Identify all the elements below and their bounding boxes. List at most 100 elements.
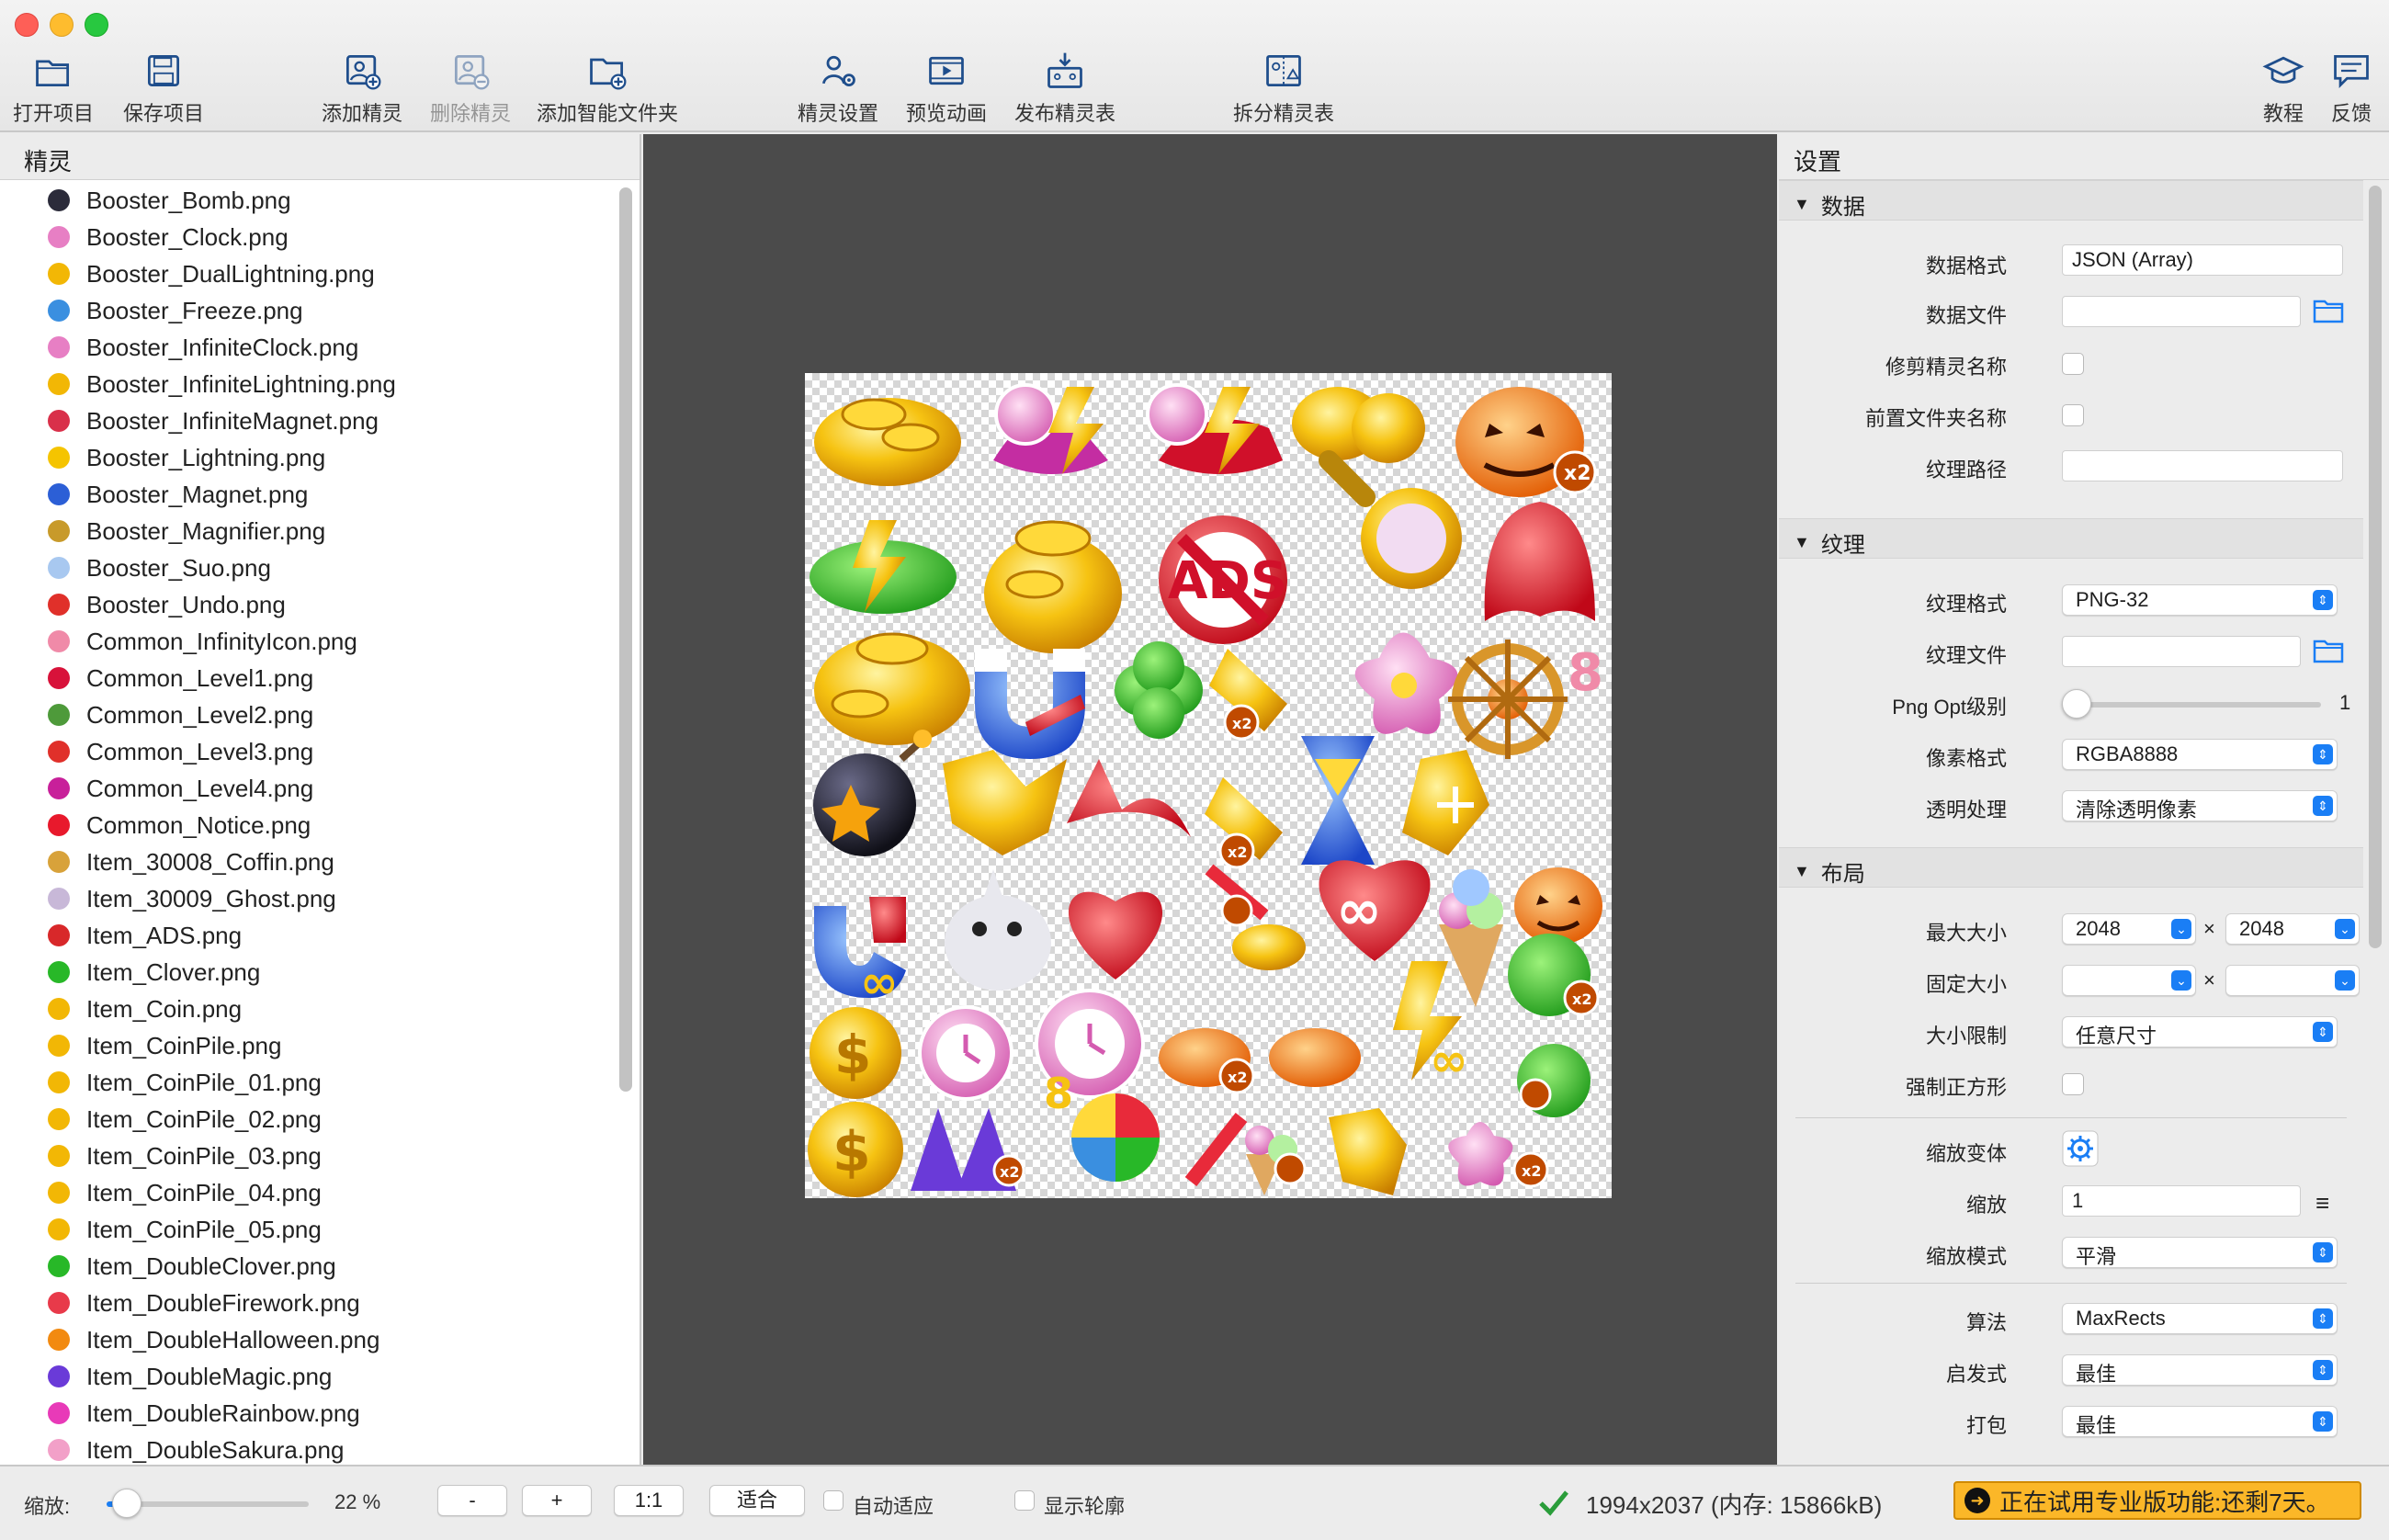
settings-scrollbar[interactable] (2369, 186, 2382, 948)
sprite-list-item[interactable]: Item_CoinPile_04.png (0, 1174, 616, 1211)
sprite-list-item[interactable]: Booster_Bomb.png (0, 182, 616, 219)
add-sprites-button[interactable]: 添加精灵 (322, 50, 402, 127)
sprite-list-item[interactable]: Item_CoinPile_05.png (0, 1211, 616, 1248)
sprite-list-item[interactable]: Item_DoubleClover.png (0, 1248, 616, 1285)
zoom-in-button[interactable]: + (522, 1485, 592, 1516)
sprite-list-item[interactable]: Booster_Lightning.png (0, 439, 616, 476)
sprite-list-item[interactable]: Booster_InfiniteMagnet.png (0, 402, 616, 439)
zoom-window-button[interactable] (85, 13, 108, 37)
add-smart-folder-button[interactable]: 添加智能文件夹 (537, 50, 678, 127)
sprite-list-item[interactable]: Common_Level1.png (0, 660, 616, 696)
auto-fit-checkbox[interactable] (823, 1490, 844, 1511)
sprite-list-item[interactable]: Item_DoubleHalloween.png (0, 1321, 616, 1358)
texture-file-input[interactable] (2062, 636, 2301, 667)
preview-animation-button[interactable]: 预览动画 (906, 50, 987, 127)
sprite-list-item[interactable]: Common_Level2.png (0, 696, 616, 733)
data-file-input[interactable] (2062, 296, 2301, 327)
alpha-handling-select[interactable]: 清除透明像素 ⇕ (2062, 790, 2338, 821)
data-section-header[interactable]: ▼ 数据 (1779, 180, 2363, 221)
sprite-list-item[interactable]: Item_Coin.png (0, 991, 616, 1027)
size-constraint-select[interactable]: 任意尺寸 ⇕ (2062, 1016, 2338, 1047)
max-height-select[interactable]: 2048 ⌄ (2225, 913, 2360, 945)
layout-section-header[interactable]: ▼ 布局 (1779, 847, 2363, 888)
prepend-folder-name-checkbox[interactable] (2062, 404, 2084, 426)
sprite-list-item[interactable]: Booster_Clock.png (0, 219, 616, 255)
sprite-list-item[interactable]: Item_CoinPile_03.png (0, 1138, 616, 1174)
tutorial-button[interactable]: 教程 (2260, 50, 2306, 127)
sprite-list-item[interactable]: Item_30009_Ghost.png (0, 880, 616, 917)
sprite-list-item[interactable]: Booster_Magnet.png (0, 476, 616, 513)
texture-format-select[interactable]: PNG-32 ⇕ (2062, 584, 2338, 616)
sprite-list-item[interactable]: Booster_Magnifier.png (0, 513, 616, 549)
png-opt-level-slider-knob[interactable] (2062, 689, 2091, 719)
open-project-button[interactable]: 打开项目 (13, 50, 94, 127)
sprite-list-item[interactable]: Item_DoubleRainbow.png (0, 1395, 616, 1432)
pack-select[interactable]: 最佳 ⇕ (2062, 1406, 2338, 1437)
publish-icon (1047, 52, 1082, 88)
minimize-window-button[interactable] (50, 13, 74, 37)
sprite-file-name: Item_DoubleRainbow.png (86, 1398, 360, 1427)
sprite-list-item[interactable]: Item_DoubleSakura.png (0, 1432, 616, 1465)
choose-data-file-folder-icon[interactable] (2312, 296, 2345, 325)
sheet-canvas[interactable]: x2 ADS x2 8 x2 ∞ ∞ (643, 134, 1777, 1465)
sprite-list-item[interactable]: Booster_InfiniteLightning.png (0, 366, 616, 402)
remove-sprites-button[interactable]: 删除精灵 (430, 50, 511, 127)
sprite-settings-button[interactable]: 精灵设置 (798, 50, 878, 127)
sprite-list-item[interactable]: Item_DoubleMagic.png (0, 1358, 616, 1395)
sprite-list-item[interactable]: Booster_InfiniteClock.png (0, 329, 616, 366)
algorithm-select[interactable]: MaxRects ⇕ (2062, 1303, 2338, 1334)
choose-texture-file-folder-icon[interactable] (2312, 636, 2345, 665)
scale-input[interactable]: 1 (2062, 1185, 2301, 1217)
zoom-out-button[interactable]: - (437, 1485, 507, 1516)
sprite-list-item[interactable]: Item_30008_Coffin.png (0, 844, 616, 880)
show-outlines-checkbox[interactable] (1014, 1490, 1035, 1511)
sprite-list-item[interactable]: Booster_DualLightning.png (0, 255, 616, 292)
texture-path-input[interactable] (2062, 450, 2343, 481)
pixel-format-select[interactable]: RGBA8888 ⇕ (2062, 739, 2338, 770)
zoom-fit-button[interactable]: 适合 (709, 1485, 805, 1516)
sprite-list-item[interactable]: Item_CoinPile_01.png (0, 1064, 616, 1101)
max-size-times: × (2203, 917, 2215, 940)
fixed-width-select[interactable]: ⌄ (2062, 965, 2196, 996)
gear-icon[interactable] (2062, 1130, 2099, 1167)
sprite-list-item[interactable]: Item_Clover.png (0, 954, 616, 991)
sprite-thumbnail-icon (48, 630, 70, 652)
texture-section-header[interactable]: ▼ 纹理 (1779, 518, 2363, 559)
sprite-list-item[interactable]: Common_Level4.png (0, 770, 616, 807)
sprite-file-name: Booster_InfiniteClock.png (86, 333, 359, 361)
sprite-list-item[interactable]: Booster_Undo.png (0, 586, 616, 623)
zoom-slider-knob[interactable] (112, 1489, 142, 1518)
popup-arrows-icon: ⇕ (2313, 1308, 2333, 1329)
sprite-list-item[interactable]: Common_InfinityIcon.png (0, 623, 616, 660)
sprite-list-item[interactable]: Booster_Suo.png (0, 549, 616, 586)
force-square-checkbox[interactable] (2062, 1073, 2084, 1095)
sprite-list-item[interactable]: Common_Notice.png (0, 807, 616, 844)
png-opt-level-slider[interactable] (2064, 702, 2321, 708)
sprite-list-item[interactable]: Booster_Freeze.png (0, 292, 616, 329)
close-window-button[interactable] (15, 13, 39, 37)
svg-text:8: 8 (1044, 1069, 1073, 1118)
heuristic-select[interactable]: 最佳 ⇕ (2062, 1354, 2338, 1386)
scale-menu-icon[interactable]: ≡ (2315, 1189, 2329, 1217)
sprite-list-scrollbar[interactable] (619, 187, 632, 1092)
scale-mode-select[interactable]: 平滑 ⇕ (2062, 1237, 2338, 1268)
fixed-height-select[interactable]: ⌄ (2225, 965, 2360, 996)
sprite-list-item[interactable]: Item_DoubleFirework.png (0, 1285, 616, 1321)
data-format-field[interactable]: JSON (Array) (2062, 244, 2343, 276)
split-sheet-button[interactable]: 拆分精灵表 (1233, 50, 1334, 127)
sprite-list-item[interactable]: Item_ADS.png (0, 917, 616, 954)
sprite-list-item[interactable]: Item_CoinPile.png (0, 1027, 616, 1064)
feedback-button[interactable]: 反馈 (2328, 50, 2374, 127)
trial-notice[interactable]: ➜ 正在试用专业版功能:还剩7天。 (1953, 1481, 2361, 1520)
save-project-button[interactable]: 保存项目 (123, 50, 204, 127)
publish-sheet-button[interactable]: 发布精灵表 (1014, 50, 1115, 127)
split-sheet-label: 拆分精灵表 (1233, 102, 1335, 125)
sprite-list-item[interactable]: Common_Level3.png (0, 733, 616, 770)
max-width-select[interactable]: 2048 ⌄ (2062, 913, 2196, 945)
trim-sprite-names-checkbox[interactable] (2062, 353, 2084, 375)
popup-arrows-icon: ⇕ (2313, 796, 2333, 816)
sprite-sheet-preview[interactable]: x2 ADS x2 8 x2 ∞ ∞ (805, 373, 1612, 1198)
sprite-thumbnail-icon (48, 1035, 70, 1057)
sprite-list-item[interactable]: Item_CoinPile_02.png (0, 1101, 616, 1138)
zoom-actual-size-button[interactable]: 1:1 (614, 1485, 684, 1516)
